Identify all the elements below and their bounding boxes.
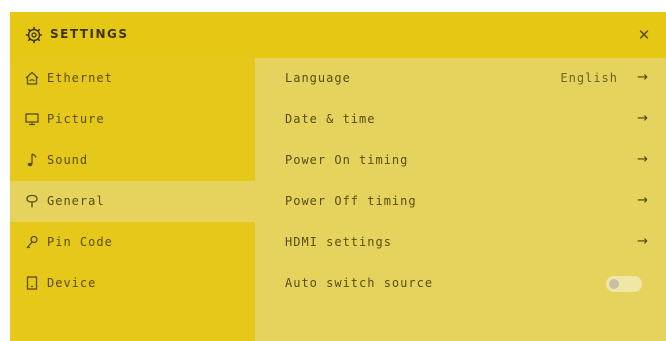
setting-label: Language bbox=[285, 71, 351, 85]
close-icon: ✕ bbox=[637, 26, 651, 44]
sidebar-item-sound[interactable]: Sound bbox=[10, 140, 255, 181]
arrow-right-icon: → bbox=[637, 111, 648, 126]
sidebar-item-label: Picture bbox=[47, 112, 105, 126]
monitor-icon bbox=[25, 113, 39, 126]
sidebar-item-ethernet[interactable]: Ethernet bbox=[10, 58, 255, 99]
settings-window: SETTINGS ✕ Ethernet Picture Sound Genera… bbox=[10, 12, 666, 341]
home-network-icon bbox=[25, 71, 39, 85]
setting-row-hdmi-settings[interactable]: HDMI settings → bbox=[255, 222, 666, 263]
language-value: English bbox=[560, 71, 618, 85]
setting-label: Auto switch source bbox=[285, 276, 434, 290]
setting-label: Power On timing bbox=[285, 153, 409, 167]
sidebar-item-label: Sound bbox=[47, 153, 89, 167]
arrow-right-icon: → bbox=[637, 193, 648, 208]
setting-label: Date & time bbox=[285, 112, 376, 126]
toggle-knob bbox=[609, 279, 619, 289]
setting-label: Power Off timing bbox=[285, 194, 417, 208]
setting-row-auto-switch-source: Auto switch source bbox=[255, 263, 666, 304]
key-icon bbox=[26, 235, 38, 249]
music-note-icon bbox=[27, 153, 37, 167]
sidebar-item-general[interactable]: General bbox=[10, 181, 255, 222]
arrow-right-icon: → bbox=[637, 152, 648, 167]
sidebar-item-label: Device bbox=[47, 276, 97, 290]
setting-row-date-time[interactable]: Date & time → bbox=[255, 99, 666, 140]
close-button[interactable]: ✕ bbox=[632, 23, 656, 47]
setting-label: HDMI settings bbox=[285, 235, 392, 249]
device-icon bbox=[26, 276, 38, 290]
sidebar-item-picture[interactable]: Picture bbox=[10, 99, 255, 140]
sidebar-item-device[interactable]: Device bbox=[10, 263, 255, 304]
sidebar-item-label: Pin Code bbox=[47, 235, 113, 249]
auto-switch-toggle[interactable] bbox=[606, 276, 642, 292]
settings-content: Language English → Date & time → Power O… bbox=[255, 58, 666, 341]
arrow-right-icon: → bbox=[637, 234, 648, 249]
settings-header: SETTINGS ✕ bbox=[10, 12, 666, 58]
setting-row-language[interactable]: Language English → bbox=[255, 58, 666, 99]
sidebar-item-pin-code[interactable]: Pin Code bbox=[10, 222, 255, 263]
sidebar: Ethernet Picture Sound General Pin Code … bbox=[10, 58, 255, 341]
gear-icon bbox=[25, 26, 43, 44]
setting-row-power-on-timing[interactable]: Power On timing → bbox=[255, 140, 666, 181]
arrow-right-icon: → bbox=[637, 70, 648, 85]
setting-row-power-off-timing[interactable]: Power Off timing → bbox=[255, 181, 666, 222]
page-title: SETTINGS bbox=[50, 27, 129, 41]
sidebar-item-label: General bbox=[47, 194, 105, 208]
sidebar-item-label: Ethernet bbox=[47, 71, 113, 85]
general-settings-icon bbox=[26, 194, 38, 208]
